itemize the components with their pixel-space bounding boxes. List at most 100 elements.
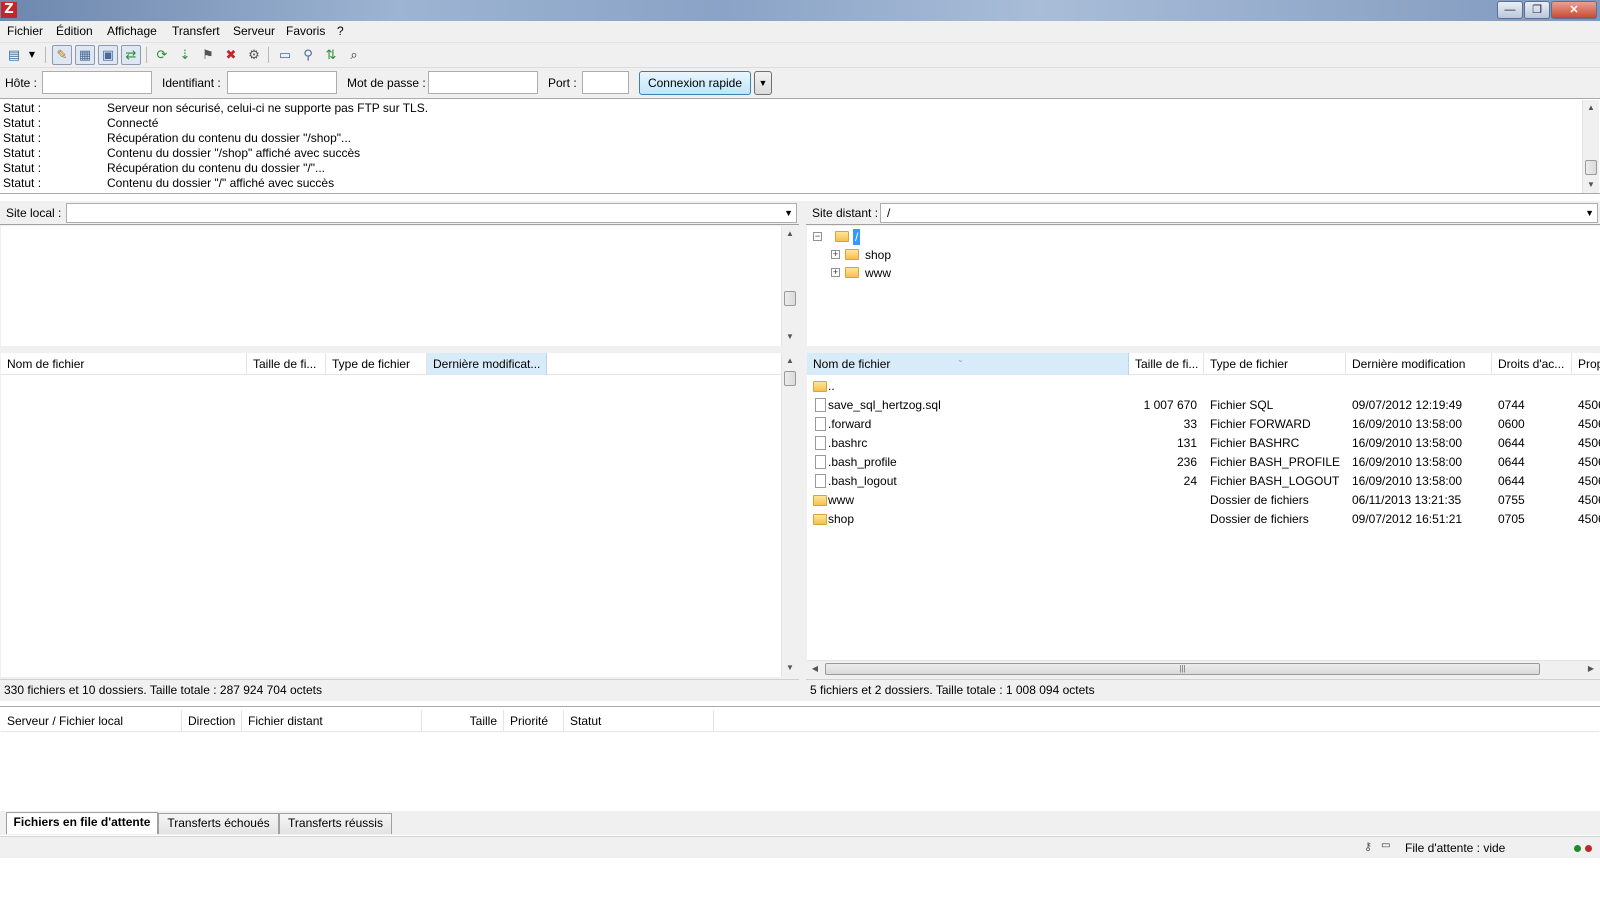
table-row[interactable]: save_sql_hertzog.sql 1 007 670 Fichier S… [807,396,1600,415]
toggle-remote-tree-icon[interactable]: ▣ [98,45,118,65]
remote-col-name[interactable]: Nom de fichier ⌄ [807,353,1129,375]
menu-edition[interactable]: Édition [56,24,93,38]
scroll-up-icon[interactable]: ▲ [1583,100,1599,116]
scroll-up-icon[interactable]: ▲ [782,353,798,369]
table-row[interactable]: .bash_logout 24 Fichier BASH_LOGOUT 16/0… [807,472,1600,491]
directory-compare-icon[interactable]: ▭ [275,45,295,65]
menu-favoris[interactable]: Favoris [286,24,325,38]
site-manager-icon[interactable]: ▤ [4,45,24,65]
toggle-log-icon[interactable]: ✎ [52,45,72,65]
scroll-thumb[interactable] [1585,160,1597,175]
tree-node-www[interactable]: + www [831,264,911,282]
log-scrollbar[interactable]: ▲ ▼ [1582,100,1599,193]
table-row[interactable]: .bashrc 131 Fichier BASHRC 16/09/2010 13… [807,434,1600,453]
host-input[interactable] [42,71,152,94]
chevron-down-icon[interactable]: ▼ [784,208,793,218]
filezilla-app-icon[interactable]: Z [1,2,17,18]
menu-fichier[interactable]: Fichier [7,24,43,38]
queue-col-server-local[interactable]: Serveur / Fichier local [1,710,182,732]
process-queue-icon[interactable]: ⇣ [175,45,195,65]
tree-label-www[interactable]: www [865,264,891,282]
search-icon[interactable]: ⌕ [344,45,364,65]
local-col-modified[interactable]: Dernière modificat... [427,353,547,375]
close-button[interactable]: ✕ [1551,1,1597,19]
scroll-down-icon[interactable]: ▼ [782,660,798,676]
queue-col-status[interactable]: Statut [564,710,714,732]
folder-icon [813,381,827,392]
disconnect-icon[interactable]: ✖ [221,45,241,65]
restore-button[interactable]: ❐ [1524,1,1550,19]
quickconnect-history-dropdown[interactable]: ▼ [754,71,772,95]
menu-affichage[interactable]: Affichage [107,24,157,38]
scroll-left-icon[interactable]: ◀ [807,661,823,677]
remote-path-combo[interactable]: / ▼ [880,203,1598,223]
tab-queued-files[interactable]: Fichiers en file d'attente [6,812,158,834]
remote-col-modified[interactable]: Dernière modification [1346,353,1492,375]
local-col-size[interactable]: Taille de fi... [247,353,326,375]
scroll-thumb[interactable] [784,371,796,386]
port-input[interactable] [582,71,629,94]
tab-failed-transfers[interactable]: Transferts échoués [158,813,279,834]
speed-limit-icon[interactable]: ▭ [1381,840,1390,851]
menu-serveur[interactable]: Serveur [233,24,275,38]
remote-col-type[interactable]: Type de fichier [1204,353,1346,375]
tree-label-root[interactable]: / [853,229,861,245]
toggle-queue-icon[interactable]: ⇄ [121,45,141,65]
dropdown-arrow-icon[interactable]: ▼ [26,45,38,65]
queue-col-priority[interactable]: Priorité [504,710,564,732]
table-row[interactable]: .forward 33 Fichier FORWARD 16/09/2010 1… [807,415,1600,434]
table-row[interactable]: shop Dossier de fichiers 09/07/2012 16:5… [807,510,1600,529]
minimize-button[interactable]: — [1497,1,1523,19]
tree-label-shop[interactable]: shop [865,246,891,264]
transfer-queue[interactable]: Serveur / Fichier local Direction Fichie… [0,706,1600,810]
expand-icon[interactable]: + [831,250,840,259]
expand-icon[interactable]: + [831,268,840,277]
tab-successful-transfers[interactable]: Transferts réussis [279,813,392,834]
remote-file-list[interactable]: Nom de fichier ⌄ Taille de fi... Type de… [807,353,1600,677]
scroll-thumb[interactable] [784,291,796,306]
collapse-icon[interactable]: − [813,232,822,241]
queue-col-remote-file[interactable]: Fichier distant [242,710,422,732]
queue-col-size[interactable]: Taille [422,710,504,732]
scroll-down-icon[interactable]: ▼ [1583,177,1599,193]
scroll-up-icon[interactable]: ▲ [782,226,798,242]
menu-help[interactable]: ? [337,24,344,38]
remote-col-permissions[interactable]: Droits d'ac... [1492,353,1572,375]
local-col-type[interactable]: Type de fichier [326,353,427,375]
scroll-thumb[interactable]: ||| [825,663,1540,675]
toggle-local-tree-icon[interactable]: ▦ [75,45,95,65]
cancel-icon[interactable]: ⚑ [198,45,218,65]
refresh-icon[interactable]: ⟳ [152,45,172,65]
local-list-header: Nom de fichier Taille de fi... Type de f… [1,353,781,375]
reconnect-icon[interactable]: ⚙ [244,45,264,65]
remote-list-hscrollbar[interactable]: ◀ ||| ▶ [807,660,1600,677]
quickconnect-button[interactable]: Connexion rapide [639,71,751,95]
user-input[interactable] [227,71,337,94]
local-path-combo[interactable]: ▼ [66,203,797,223]
menu-transfert[interactable]: Transfert [172,24,220,38]
table-row[interactable]: www Dossier de fichiers 06/11/2013 13:21… [807,491,1600,510]
tree-node-shop[interactable]: + shop [831,246,911,264]
scroll-right-icon[interactable]: ▶ [1583,661,1599,677]
remote-col-owner[interactable]: Prop [1572,353,1600,375]
password-input[interactable] [428,71,538,94]
folder-icon [845,267,859,278]
pane-splitter[interactable] [799,201,806,701]
local-file-list[interactable]: Nom de fichier Taille de fi... Type de f… [1,353,798,677]
remote-col-size[interactable]: Taille de fi... [1129,353,1204,375]
remote-tree[interactable]: − / + shop + www [807,226,1600,346]
table-row[interactable]: .. [807,377,1600,396]
sync-browse-icon[interactable]: ⇅ [321,45,341,65]
queue-col-direction[interactable]: Direction [182,710,242,732]
table-row[interactable]: .bash_profile 236 Fichier BASH_PROFILE 1… [807,453,1600,472]
local-tree[interactable]: ▲ ▼ [1,226,798,346]
local-list-scrollbar[interactable]: ▲ ▼ [781,353,798,677]
tree-node-root[interactable]: − / [813,228,873,246]
local-tree-scrollbar[interactable]: ▲ ▼ [781,226,798,346]
quickconnect-bar: Hôte : Identifiant : Mot de passe : Port… [0,67,1600,99]
local-site-bar: Site local : ▼ [0,201,799,225]
scroll-down-icon[interactable]: ▼ [782,329,798,345]
filter-icon[interactable]: ⚲ [298,45,318,65]
local-col-name[interactable]: Nom de fichier [1,353,247,375]
chevron-down-icon[interactable]: ▼ [1585,208,1594,218]
